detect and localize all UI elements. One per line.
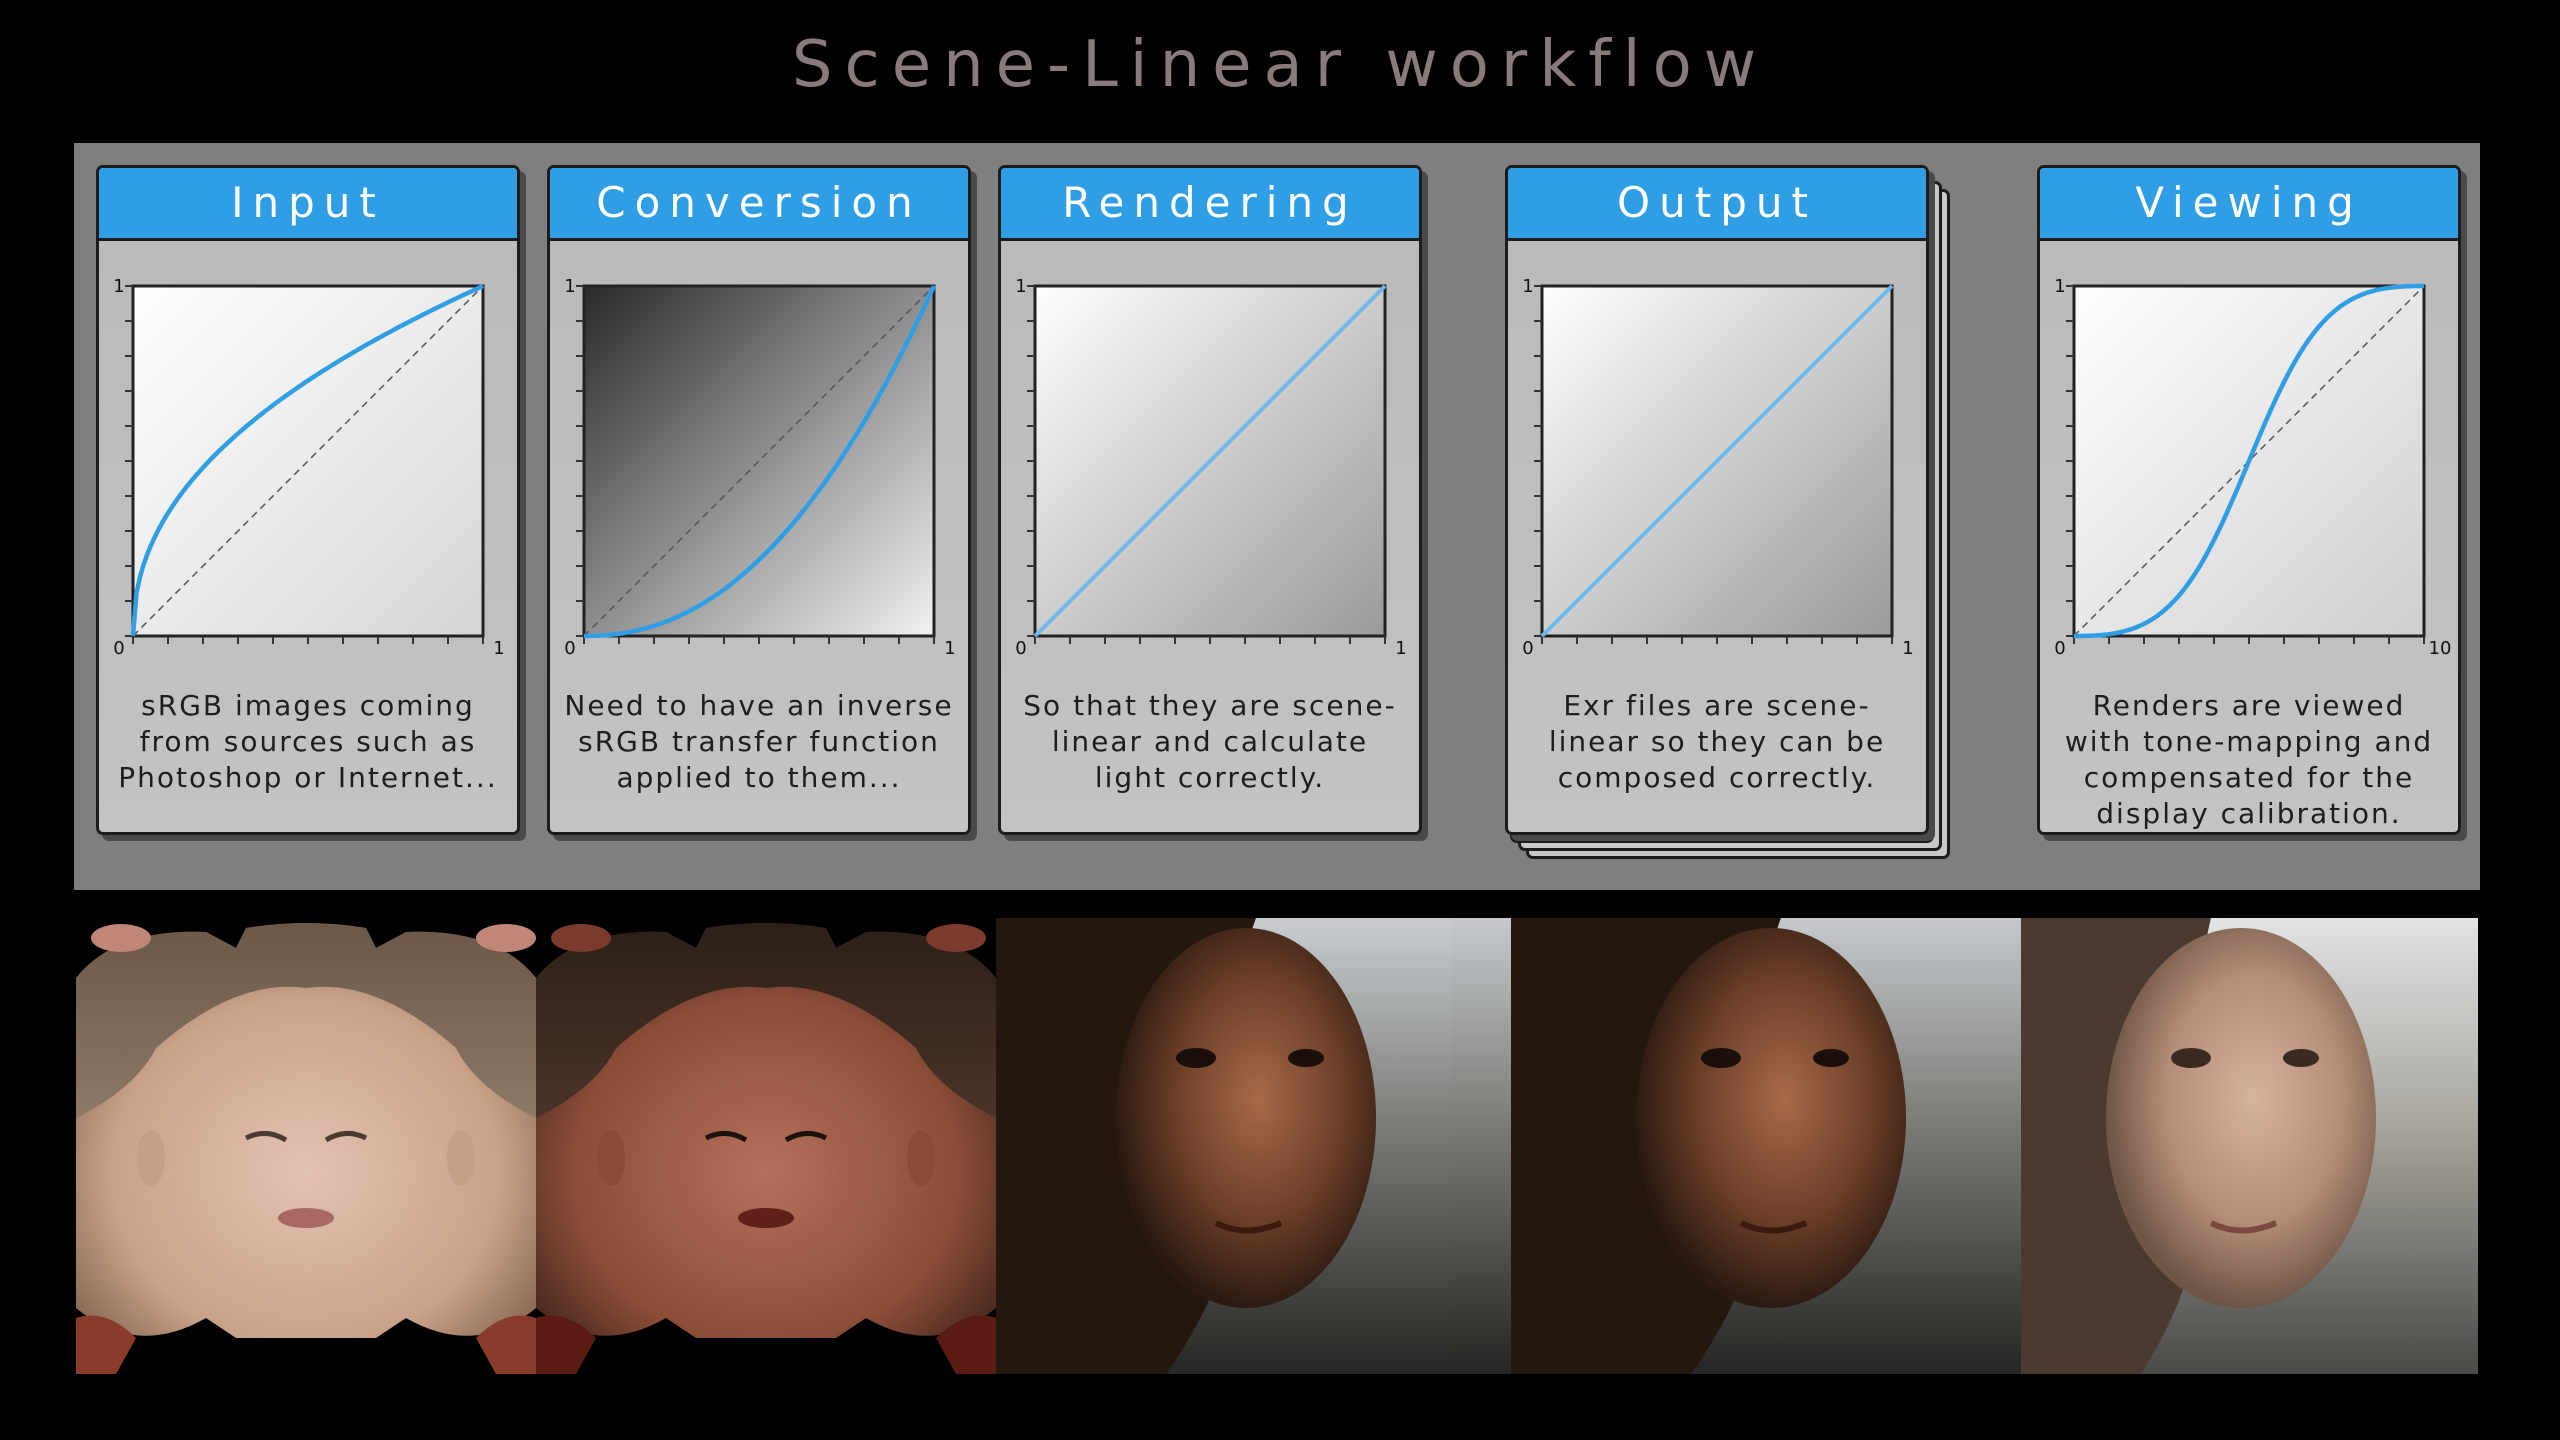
x-axis-min-label: 0	[113, 638, 124, 659]
x-axis-min-label: 0	[1015, 638, 1026, 659]
stage-description-rendering: So that they are scene- linear and calcu…	[1023, 689, 1397, 794]
x-axis-min-label: 0	[1522, 638, 1533, 659]
x-axis-max-label: 1	[1902, 638, 1913, 659]
plot-rendering: 1 0 1	[1015, 276, 1406, 659]
stage-card-output: Output 1 0 1 Exr files are scene- linear s…	[1505, 165, 1929, 835]
stage-header-input: Input	[99, 168, 517, 241]
render-linear-1	[996, 918, 1451, 1374]
x-axis-max-label: 1	[944, 638, 955, 659]
page-title: Scene-Linear workflow	[791, 28, 1769, 102]
y-axis-max-label: 1	[113, 276, 124, 297]
render-tonemapped	[2021, 918, 2478, 1374]
stage-card-viewing: Viewing 1 0 10 Renders are viewed with ton…	[2037, 165, 2461, 835]
stage-description-output: Exr files are scene- linear so they can …	[1548, 689, 1886, 794]
x-axis-min-label: 0	[2054, 638, 2065, 659]
workflow-diagram: Scene-Linear workflow Input 101 sRGB ima…	[0, 0, 2560, 1440]
stage-header-viewing: Viewing	[2040, 168, 2458, 241]
stage-card-conversion: Conversion 1 0 1 Need to have an inverse s…	[547, 165, 971, 835]
stage-description-input: sRGB images coming from sources such as …	[118, 689, 498, 794]
texture-map-srgb	[76, 918, 536, 1374]
y-axis-max-label: 1	[564, 276, 575, 297]
x-axis-max-label: 10	[2429, 638, 2452, 659]
plot-conversion: 1 0 1	[564, 276, 955, 659]
stage-description-viewing: Renders are viewed with tone-mapping and…	[2064, 689, 2434, 830]
stage-description-conversion: Need to have an inverse sRGB transfer fu…	[564, 689, 954, 794]
render-linear-2	[1451, 918, 2021, 1374]
plot-output: 1 0 1	[1522, 276, 1913, 659]
stage-header-conversion: Conversion	[550, 168, 968, 241]
y-axis-max-label: 1	[1522, 276, 1533, 297]
plot-viewing: 10 10	[2054, 276, 2452, 659]
stage-header-output: Output	[1508, 168, 1926, 241]
stage-header-rendering: Rendering	[1001, 168, 1419, 241]
stage-card-input: Input 1 0 1 sRGB images coming from source…	[96, 165, 520, 835]
y-axis-max-label: 1	[1015, 276, 1026, 297]
stage-card-rendering: Rendering 1 0 1 So that they are scene- li…	[998, 165, 1422, 835]
x-axis-max-label: 1	[1395, 638, 1406, 659]
y-axis-max-label: 1	[2054, 276, 2065, 297]
texture-map-linear	[536, 918, 996, 1374]
x-axis-max-label: 1	[493, 638, 504, 659]
x-axis-min-label: 0	[564, 638, 575, 659]
plot-input: 1 0 1	[113, 276, 504, 659]
